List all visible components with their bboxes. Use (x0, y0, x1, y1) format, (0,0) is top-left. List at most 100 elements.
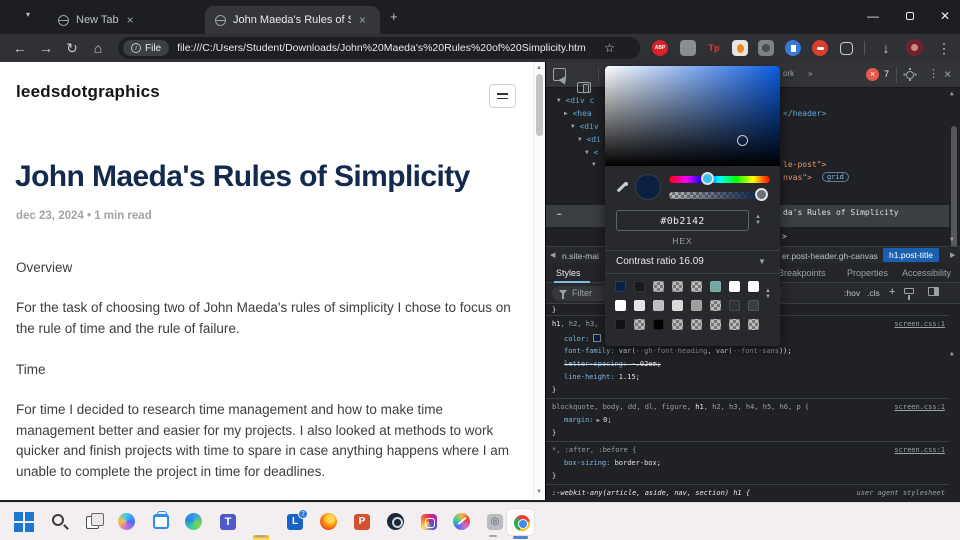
search-icon[interactable] (50, 512, 70, 532)
chrome-taskbar-button[interactable] (506, 508, 535, 536)
orange-extension-icon[interactable] (732, 40, 748, 56)
firefox-icon[interactable] (319, 512, 339, 532)
palette-swatch[interactable] (634, 281, 645, 292)
palette-swatch[interactable] (748, 319, 759, 330)
palette-swatch[interactable] (653, 281, 664, 292)
hue-slider[interactable] (669, 176, 770, 183)
palette-swatch[interactable] (691, 319, 702, 330)
window-maximize-button[interactable] (895, 4, 925, 28)
contrast-ratio-row[interactable]: Contrast ratio 16.09 (616, 256, 704, 267)
hex-value-input[interactable]: #0b2142 (616, 210, 749, 231)
red-extension-icon[interactable] (812, 40, 828, 56)
breadcrumb-left-icon[interactable]: ◀ (550, 251, 555, 259)
bookmark-star-icon[interactable]: ☆ (604, 41, 615, 55)
blue-extension-icon[interactable] (785, 40, 801, 56)
site-title[interactable]: leedsdotgraphics (16, 82, 160, 102)
css-declaration-overridden[interactable]: letter-spacing: -.02em; (564, 360, 661, 368)
palette-swatch[interactable] (729, 281, 740, 292)
stylesheet-link[interactable]: screen.css:1 (894, 403, 945, 411)
palette-swatch[interactable] (748, 300, 759, 311)
breadcrumb-selected[interactable]: h1.post-title (883, 248, 939, 262)
stylesheet-link[interactable]: screen.css:1 (894, 320, 945, 328)
palette-swatch[interactable] (710, 300, 721, 311)
tp-extension-icon[interactable]: Tp (706, 40, 722, 56)
gray-extension-icon[interactable] (680, 40, 696, 56)
tab-new-tab[interactable]: New Tab × (48, 6, 145, 34)
downloads-icon[interactable]: ↓ (874, 34, 898, 62)
hue-slider-handle[interactable] (701, 172, 714, 185)
toggle-element-state-button[interactable]: :hov (844, 288, 860, 298)
devtools-close-icon[interactable]: × (944, 67, 951, 81)
css-declaration[interactable]: font-family: var(--gh-font-heading, var(… (564, 347, 792, 355)
saturation-lightness-area[interactable] (605, 66, 780, 166)
palette-swatch[interactable] (748, 281, 759, 292)
palette-swatch[interactable] (710, 281, 721, 292)
tab-network-fragment[interactable]: ork (783, 69, 794, 78)
css-declaration[interactable]: box-sizing: border-box; (564, 459, 661, 467)
breadcrumb-right-icon[interactable]: ▶ (950, 251, 955, 259)
palette-swatch[interactable] (653, 319, 664, 330)
scroll-up-icon[interactable]: ▲ (950, 90, 954, 97)
css-selector[interactable]: h1, h2, h3, (552, 320, 598, 328)
teams-icon[interactable]: T (218, 512, 238, 532)
palette-swatch[interactable] (615, 319, 626, 330)
new-style-rule-button[interactable]: + (889, 286, 895, 298)
new-tab-button[interactable]: + (390, 9, 398, 24)
palette-spinner-icon[interactable]: ▲ ▼ (765, 288, 771, 300)
file-chip[interactable]: i File (123, 40, 170, 56)
palette-swatch[interactable] (729, 319, 740, 330)
back-icon[interactable]: ← (8, 34, 32, 62)
css-declaration[interactable]: color: (564, 334, 602, 343)
palette-swatch[interactable] (691, 300, 702, 311)
css-selector[interactable]: blockquote, body, dd, dl, figure, h1, h2… (552, 403, 809, 411)
tab-close-icon[interactable]: × (126, 14, 135, 26)
picker-palette[interactable] (615, 281, 761, 330)
palette-swatch[interactable] (672, 319, 683, 330)
screenshot-extension-icon[interactable] (758, 40, 774, 56)
palette-swatch[interactable] (634, 300, 645, 311)
devtools-menu-kebab-icon[interactable]: ⋮ (928, 67, 939, 80)
opacity-slider[interactable] (669, 192, 761, 199)
css-selector[interactable]: *, :after, :before { (552, 446, 636, 454)
css-declaration[interactable]: margin: ▶ 0; (564, 416, 612, 424)
hamburger-menu-button[interactable] (489, 84, 516, 108)
profile-avatar[interactable] (906, 39, 923, 56)
palette-swatch[interactable] (710, 319, 721, 330)
tab-styles[interactable]: Styles (556, 268, 581, 278)
opacity-slider-handle[interactable] (755, 188, 768, 201)
extensions-puzzle-icon[interactable] (840, 42, 853, 55)
settings-gear-icon[interactable] (906, 67, 914, 79)
color-selector-ring[interactable] (737, 135, 748, 146)
breadcrumb-item[interactable]: n.site-mai (562, 251, 599, 261)
grid-badge[interactable]: grid (822, 172, 849, 182)
reload-icon[interactable]: ↻ (60, 34, 84, 62)
edge-icon[interactable] (184, 512, 204, 532)
scroll-up-icon[interactable]: ▲ (536, 65, 542, 71)
palette-swatch[interactable] (634, 319, 645, 330)
more-tabs-icon[interactable]: » (808, 69, 812, 78)
palette-swatch[interactable] (729, 300, 740, 311)
task-view-icon[interactable] (84, 512, 104, 532)
tab-close-icon[interactable]: × (358, 14, 367, 26)
error-badge-icon[interactable]: × (866, 68, 879, 81)
l-app-icon[interactable]: L7 (285, 509, 308, 532)
element-classes-button[interactable]: .cls (867, 288, 880, 298)
page-scrollbar[interactable]: ▲ ▼ (533, 62, 545, 500)
microsoft-store-icon[interactable] (151, 511, 171, 532)
inspect-element-icon[interactable] (553, 68, 566, 81)
tab-dom-breakpoints-fragment[interactable]: Breakpoints (778, 268, 826, 278)
scrollbar-thumb[interactable] (536, 74, 543, 136)
scroll-down-icon[interactable]: ▼ (536, 489, 542, 495)
powerpoint-icon[interactable]: P (352, 512, 372, 532)
eyedropper-icon[interactable] (615, 182, 628, 195)
css-selector[interactable]: :-webkit-any(article, aside, nav, sectio… (552, 489, 750, 497)
window-minimize-button[interactable]: — (858, 4, 888, 28)
palette-swatch[interactable] (615, 281, 626, 292)
expand-shorthand-icon[interactable]: ▶ (597, 417, 601, 424)
home-icon[interactable]: ⌂ (86, 34, 110, 62)
palette-swatch[interactable] (615, 300, 626, 311)
forward-icon[interactable]: → (34, 34, 58, 62)
tab-active[interactable]: John Maeda's Rules of Simplicit × (205, 6, 380, 34)
tab-search-chevron-icon[interactable]: ▾ (26, 10, 30, 19)
scroll-up-icon[interactable]: ▲ (950, 350, 954, 357)
